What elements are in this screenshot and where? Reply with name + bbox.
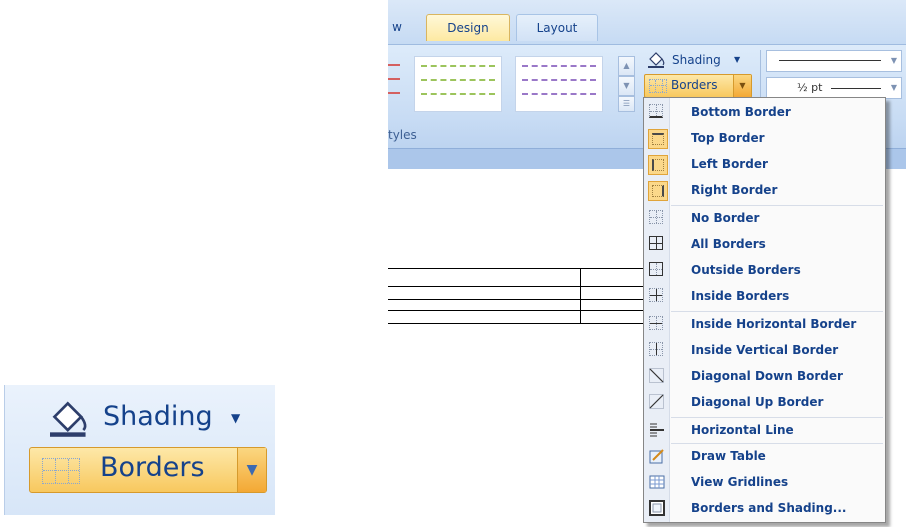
menu-item-label: Inside Borders [691,289,790,303]
menu-item-horizontal-line[interactable]: Horizontal Line [644,418,885,444]
menu-item-label: Outside Borders [691,263,801,277]
line-style-select[interactable]: ▼ [766,50,902,72]
borders-label: Borders [671,78,718,92]
outside-borders-icon [649,262,665,278]
menu-item-label: Bottom Border [691,105,791,119]
menu-item-label: Right Border [691,183,778,197]
zoomed-inset: Shading ▼ Borders ▼ [4,385,275,515]
chevron-down-icon: ▼ [890,56,897,65]
menu-item-borders-and-shading[interactable]: Borders and Shading... [644,496,885,522]
table-border-line [388,323,644,324]
styles-scroll-down-button[interactable]: ▼ [618,76,635,96]
menu-item-label: Draw Table [691,449,766,463]
line-weight-value: ½ pt [797,81,823,94]
horizontal-line-icon [650,423,664,437]
tab-design[interactable]: Design [426,14,510,41]
zoom-borders-button[interactable]: Borders ▼ [29,447,267,493]
draw-table-icon [649,449,664,464]
menu-item-label: Diagonal Up Border [691,395,824,409]
menu-item-label: Inside Horizontal Border [691,317,857,331]
right-border-icon [648,181,668,201]
inside-borders-icon [649,288,665,304]
chevron-down-icon[interactable]: ▼ [237,448,266,492]
menu-item-top-border[interactable]: Top Border [644,126,885,152]
tab-layout[interactable]: Layout [516,14,598,41]
chevron-down-icon: ▼ [231,411,241,425]
table-style-swatch-red[interactable] [388,56,402,110]
menu-item-view-gridlines[interactable]: View Gridlines [644,470,885,496]
top-border-icon [648,129,668,149]
styles-more-button[interactable]: ☰ [618,96,635,112]
borders-dropdown-arrow[interactable]: ▼ [733,75,751,97]
menu-item-right-border[interactable]: Right Border [644,178,885,204]
menu-item-label: Top Border [691,131,765,145]
table-style-swatch-green[interactable] [414,56,502,112]
paint-bucket-icon [50,401,87,437]
table-border-line [388,268,644,269]
menu-item-inside-vertical-border[interactable]: Inside Vertical Border [644,338,885,364]
all-borders-icon [649,236,665,252]
shading-dropdown-arrow[interactable]: ▼ [734,50,740,70]
zoom-shading-label: Shading [103,401,213,432]
menu-item-inside-borders[interactable]: Inside Borders [644,284,885,310]
menu-item-label: All Borders [691,237,766,251]
line-weight-select[interactable]: ½ pt ▼ [766,77,902,99]
menu-item-label: Inside Vertical Border [691,343,839,357]
menu-item-label: Horizontal Line [691,423,794,437]
borders-grid-icon [649,79,667,93]
menu-item-bottom-border[interactable]: Bottom Border [644,100,885,126]
styles-scroll-up-button[interactable]: ▲ [618,56,635,76]
menu-item-diagonal-up-border[interactable]: Diagonal Up Border [644,390,885,416]
paint-bucket-icon [648,52,665,68]
diagonal-up-border-icon [649,394,664,409]
left-border-icon [648,155,668,175]
menu-item-left-border[interactable]: Left Border [644,152,885,178]
no-border-icon [649,210,665,226]
diagonal-down-border-icon [649,368,664,383]
menu-item-label: Diagonal Down Border [691,369,843,383]
menu-item-outside-borders[interactable]: Outside Borders [644,258,885,284]
zoom-borders-label: Borders [100,452,205,483]
inside-horizontal-border-icon [649,316,665,332]
menu-item-diagonal-down-border[interactable]: Diagonal Down Border [644,364,885,390]
table-column-line [580,268,581,324]
chevron-down-icon: ▼ [890,83,897,92]
menu-item-all-borders[interactable]: All Borders [644,232,885,258]
bottom-border-icon [649,104,665,120]
shading-label: Shading [672,53,721,67]
borders-grid-icon [42,458,80,484]
menu-item-label: Left Border [691,157,768,171]
tab-review[interactable]: w [388,14,406,40]
table-style-swatch-purple[interactable] [515,56,603,112]
menu-item-draw-table[interactable]: Draw Table [644,444,885,470]
menu-item-no-border[interactable]: No Border [644,206,885,232]
table-border-line [388,286,644,287]
table-border-line [388,299,644,300]
menu-item-label: View Gridlines [691,475,789,489]
group-label-table-styles: tyles [388,128,417,142]
borders-dropdown-menu: Bottom Border Top Border Left Border Rig… [643,97,886,523]
table-border-line [388,310,644,311]
menu-item-label: No Border [691,211,760,225]
ribbon-tab-bar: w Design Layout [388,0,906,46]
menu-item-inside-horizontal-border[interactable]: Inside Horizontal Border [644,312,885,338]
borders-button[interactable]: Borders ▼ [644,74,752,98]
view-gridlines-icon [649,475,665,489]
borders-and-shading-icon [649,500,665,516]
menu-item-label: Borders and Shading... [691,501,847,515]
inside-vertical-border-icon [649,342,665,358]
